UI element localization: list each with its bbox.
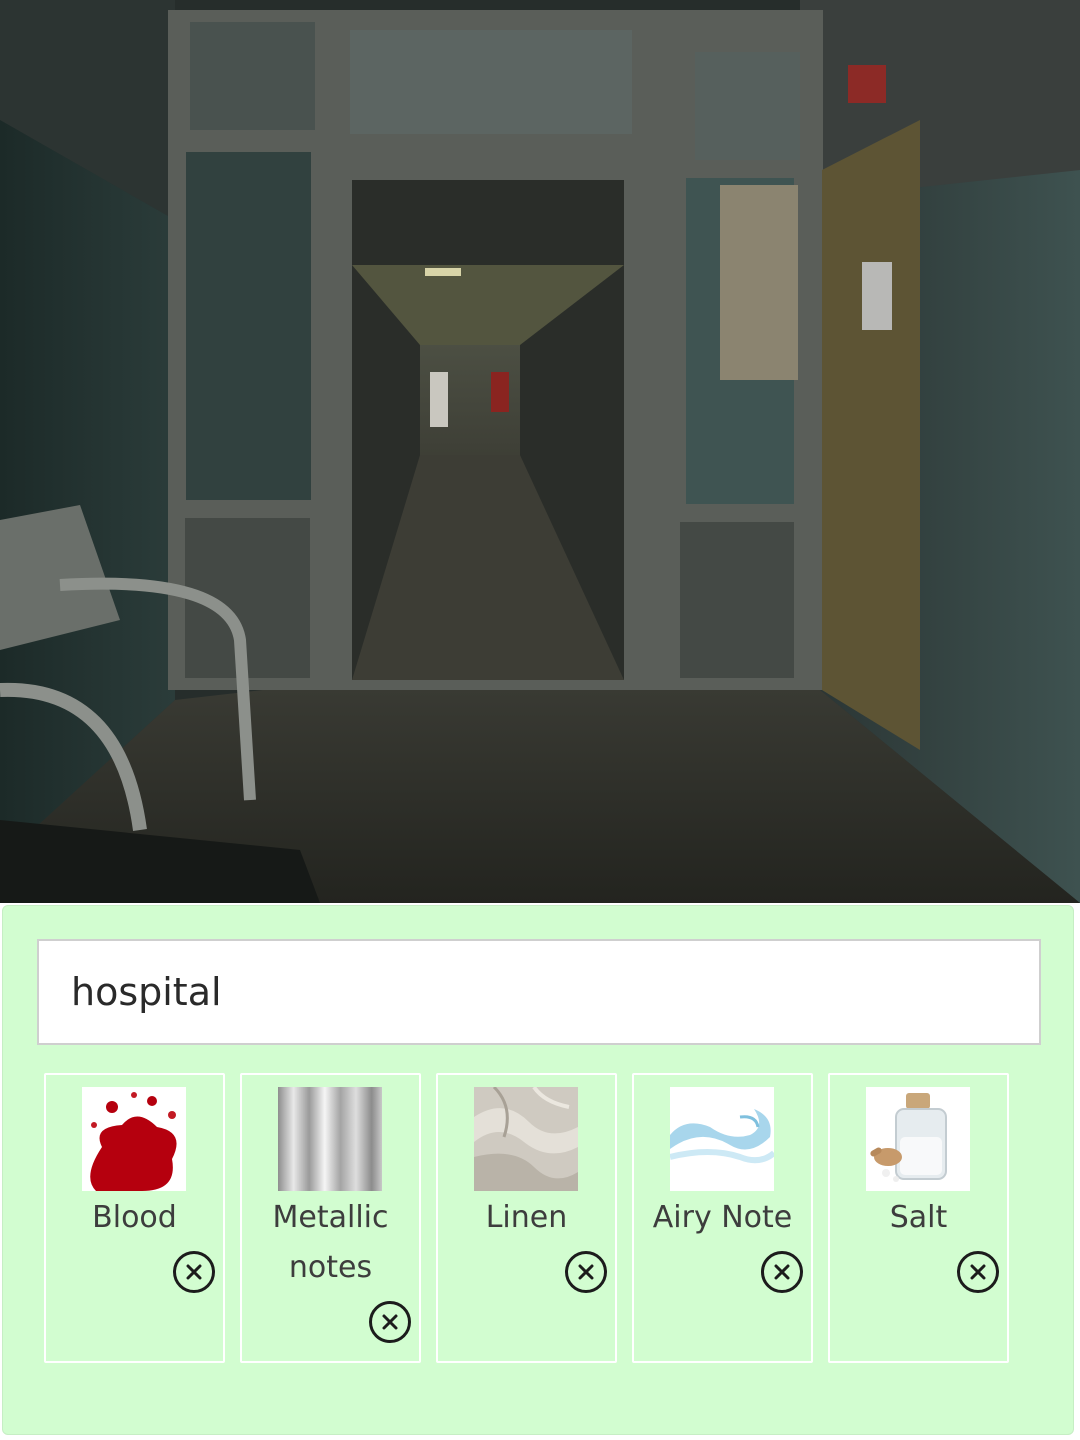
search-input[interactable] [37,939,1041,1045]
close-circle-icon[interactable] [957,1251,999,1293]
scent-card-metallic-notes[interactable]: Metallic notes [240,1073,421,1363]
air-swirl-image [670,1087,774,1191]
scent-label: Airy Note [652,1200,793,1235]
scent-card-airy-note[interactable]: Airy Note [632,1073,813,1363]
close-circle-icon[interactable] [565,1251,607,1293]
hospital-corridor-photo [0,0,1080,903]
scent-label: Linen [485,1200,568,1235]
close-circle-icon[interactable] [173,1251,215,1293]
close-circle-icon[interactable] [369,1301,411,1343]
scent-label: Metallic notes [272,1200,389,1285]
hero-photo [0,0,1080,903]
close-circle-icon[interactable] [761,1251,803,1293]
scent-card-salt[interactable]: Salt [828,1073,1009,1363]
blood-splatter-image [82,1087,186,1191]
scent-card-list: Blood Metallic notes Linen Airy Note Sal… [44,1073,1024,1363]
salt-jar-image [866,1087,970,1191]
scent-label: Blood [92,1200,177,1235]
scent-panel: Blood [2,905,1074,1435]
scent-card-linen[interactable]: Linen [436,1073,617,1363]
scent-label: Salt [889,1200,948,1235]
brushed-metal-image [278,1087,382,1191]
scent-card-blood[interactable]: Blood [44,1073,225,1363]
linen-fabric-image [474,1087,578,1191]
